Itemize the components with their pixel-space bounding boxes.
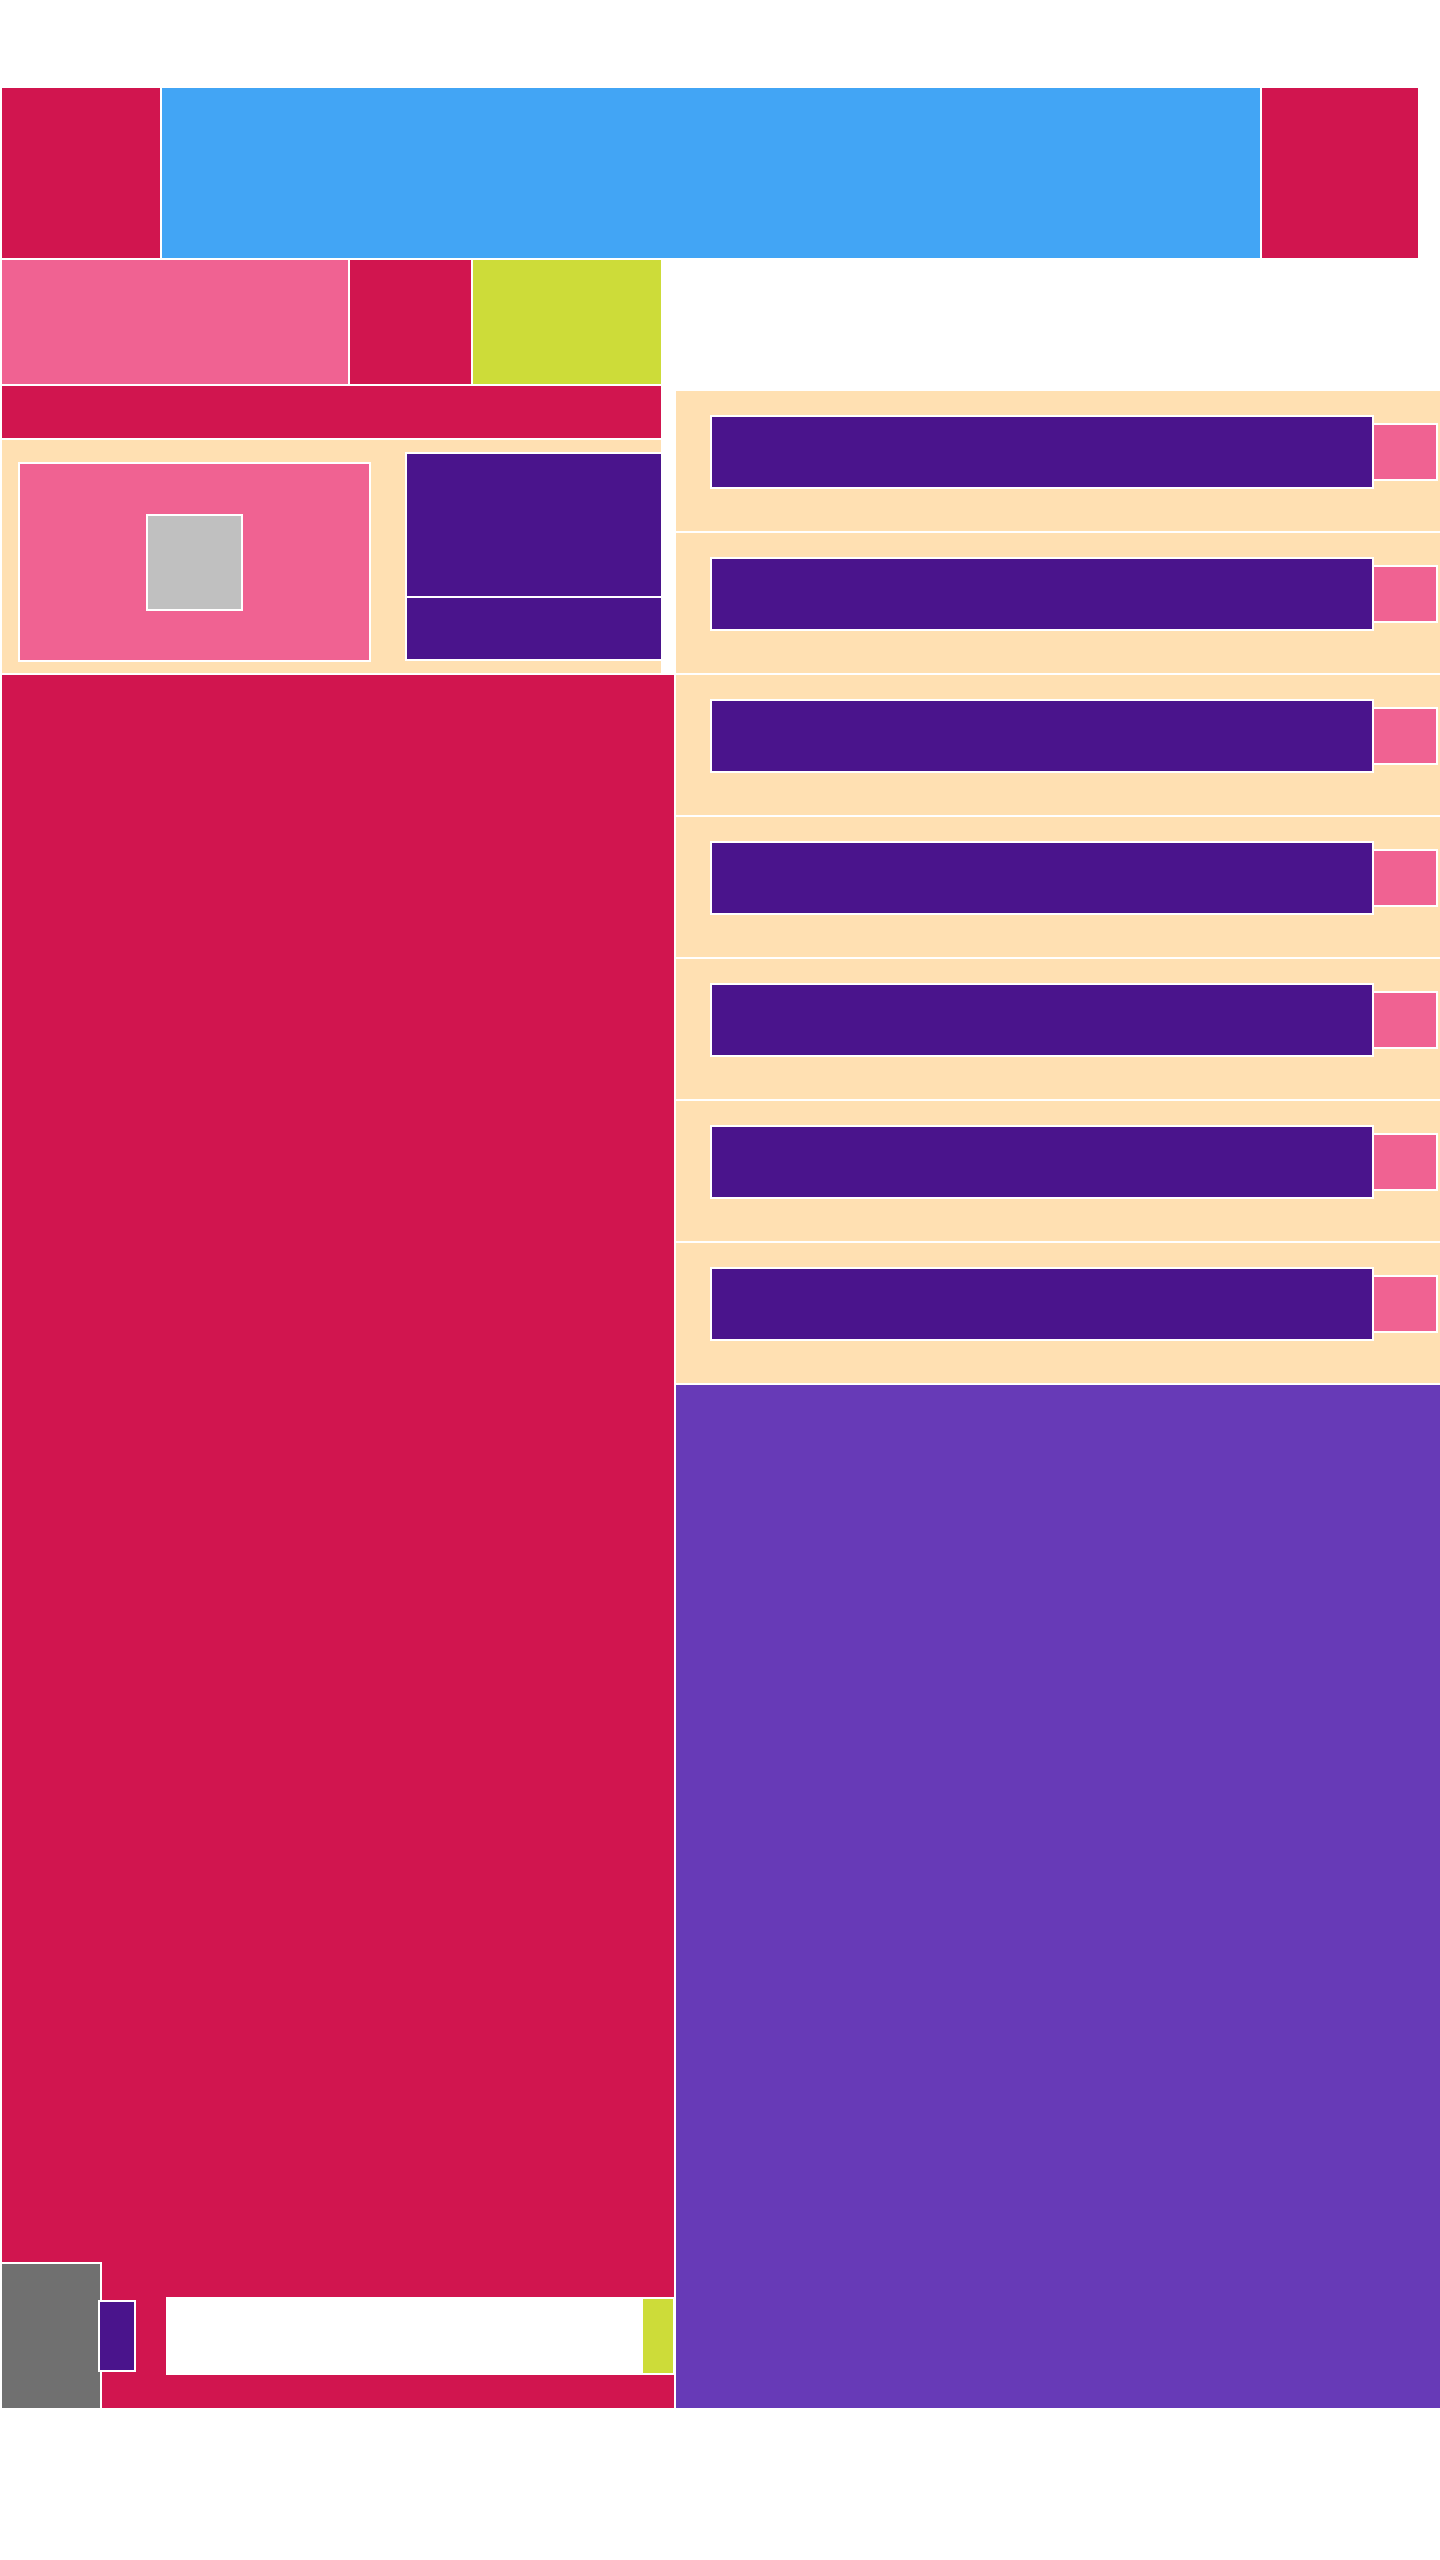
footer-indicator[interactable] xyxy=(98,2300,136,2372)
thumbnail-image[interactable] xyxy=(146,514,243,611)
toolbar-tab-pink[interactable] xyxy=(0,258,350,386)
header-right-block[interactable] xyxy=(1260,86,1420,260)
list-item-action-button[interactable] xyxy=(1372,423,1438,481)
header-left-block[interactable] xyxy=(0,86,162,260)
toolbar-tab-lime[interactable] xyxy=(471,258,663,386)
right-content-panel xyxy=(674,1383,1440,2410)
list-item[interactable] xyxy=(674,531,1440,675)
send-button[interactable] xyxy=(641,2297,675,2375)
list-item[interactable] xyxy=(674,1099,1440,1243)
list-item[interactable] xyxy=(674,389,1440,533)
list-item[interactable] xyxy=(674,957,1440,1101)
message-input[interactable] xyxy=(166,2297,643,2375)
footer-avatar[interactable] xyxy=(0,2262,102,2410)
list-item-bar[interactable] xyxy=(710,983,1374,1057)
list-item-bar[interactable] xyxy=(710,415,1374,489)
list-item-action-button[interactable] xyxy=(1372,991,1438,1049)
list-item-bar[interactable] xyxy=(710,1267,1374,1341)
header-banner xyxy=(160,86,1262,260)
list-item[interactable] xyxy=(674,1241,1440,1385)
left-panel-strip xyxy=(0,384,663,440)
list-item-bar[interactable] xyxy=(710,841,1374,915)
card-primary-button[interactable] xyxy=(405,452,663,598)
list-item[interactable] xyxy=(674,815,1440,959)
left-content-panel xyxy=(0,673,676,2410)
list-item-action-button[interactable] xyxy=(1372,1133,1438,1191)
list-item-bar[interactable] xyxy=(710,699,1374,773)
list-item-bar[interactable] xyxy=(710,557,1374,631)
card-secondary-button[interactable] xyxy=(405,596,663,661)
toolbar-tab-crimson[interactable] xyxy=(348,258,473,386)
list-item-action-button[interactable] xyxy=(1372,565,1438,623)
list-item-action-button[interactable] xyxy=(1372,1275,1438,1333)
list-item-action-button[interactable] xyxy=(1372,707,1438,765)
list-item-bar[interactable] xyxy=(710,1125,1374,1199)
list-item-action-button[interactable] xyxy=(1372,849,1438,907)
list-item[interactable] xyxy=(674,673,1440,817)
